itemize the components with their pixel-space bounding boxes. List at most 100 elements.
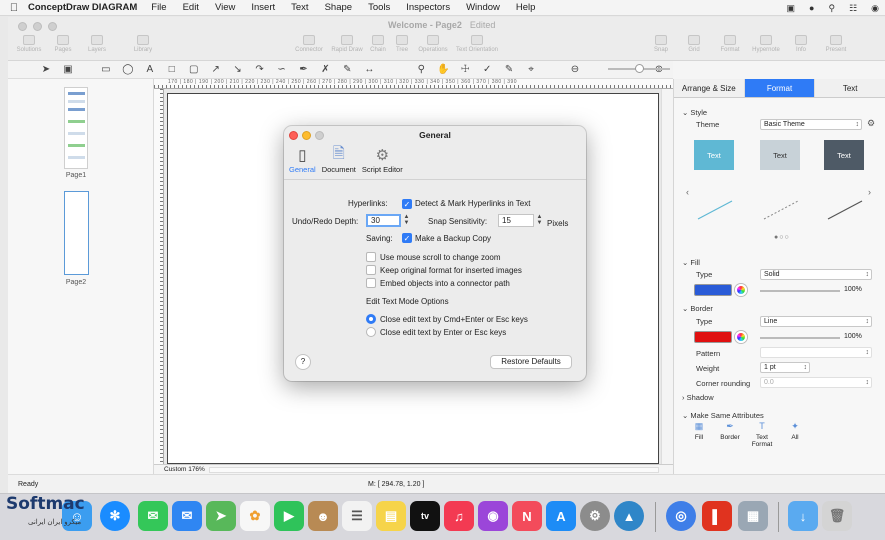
shadow-section-header[interactable]: › Shadow [682, 393, 714, 402]
menu-shape[interactable]: Shape [325, 2, 352, 13]
border-color-button[interactable] [694, 331, 732, 343]
connector-style-previews[interactable] [694, 197, 874, 223]
backup-copy-checkbox[interactable]: ✓ [402, 233, 412, 243]
conceptdraw-project-icon[interactable]: ◎ [666, 501, 696, 531]
music-icon[interactable]: ♫ [444, 501, 474, 531]
label-tool-icon[interactable]: □ [164, 63, 180, 77]
fill-opacity-slider[interactable] [760, 290, 840, 292]
style-swatch-1[interactable]: Text [694, 140, 734, 170]
bezier-tool-icon[interactable]: ✗ [317, 63, 333, 77]
wifi-icon[interactable]: ● [809, 3, 814, 13]
messages-icon[interactable]: ✉ [138, 501, 168, 531]
system-preferences-icon[interactable]: ⚙ [580, 501, 610, 531]
zoom-icon[interactable] [48, 22, 57, 31]
toolbar-solutions[interactable]: Solutions [12, 35, 46, 57]
horizontal-scrollbar[interactable] [209, 466, 659, 473]
tab-arrange-size[interactable]: Arrange & Size [674, 79, 745, 97]
page-thumbnail-2[interactable] [64, 191, 89, 275]
corner-rounding-field[interactable]: 0.0 [760, 377, 872, 388]
tab-general[interactable]: ▯ General [288, 145, 317, 174]
callout-tool-icon[interactable]: ▢ [186, 63, 202, 77]
toolbar-present[interactable]: Present [816, 35, 856, 57]
contacts-icon[interactable]: ☻ [308, 501, 338, 531]
search-icon[interactable]: ⚲ [828, 3, 835, 14]
oval-tool-icon[interactable]: ◯ [120, 63, 136, 77]
control-center-icon[interactable]: ☷ [849, 3, 857, 14]
page-thumbnail-1[interactable] [64, 87, 88, 169]
tab-format[interactable]: Format [744, 79, 816, 97]
toolbar-hypernote[interactable]: Hypernote [746, 35, 786, 57]
menu-help[interactable]: Help [516, 2, 536, 13]
stamp-tool-icon[interactable]: ☩ [457, 63, 473, 77]
toolbar-chain[interactable]: Chain [366, 35, 390, 57]
zoom-slider-knob[interactable] [635, 64, 644, 73]
facetime-icon[interactable]: ▶ [274, 501, 304, 531]
restore-defaults-button[interactable]: Restore Defaults [490, 355, 572, 369]
style-swatch-2[interactable]: Text [760, 140, 800, 170]
fill-color-button[interactable] [694, 284, 732, 296]
undo-depth-input[interactable]: 30 [366, 214, 401, 227]
weight-select[interactable]: 1 pt [760, 362, 810, 373]
toolbar-tree[interactable]: Tree [390, 35, 414, 57]
toolbar-layers[interactable]: Layers [80, 35, 114, 57]
menu-inspectors[interactable]: Inspectors [406, 2, 450, 13]
menu-file[interactable]: File [151, 2, 166, 13]
border-opacity-slider[interactable] [760, 337, 840, 339]
hand-tool-icon[interactable]: ✋ [435, 63, 451, 77]
close-cmd-enter-radio[interactable] [366, 314, 376, 324]
menu-view[interactable]: View [215, 2, 235, 13]
style-section-header[interactable]: ⌄ Style [682, 108, 707, 117]
eyedropper-tool-icon[interactable]: ✓ [479, 63, 495, 77]
rectangle-tool-icon[interactable]: ▭ [98, 63, 114, 77]
same-attributes-header[interactable]: ⌄ Make Same Attributes [682, 411, 764, 420]
hyperlinks-checkbox[interactable]: ✓ [402, 199, 412, 209]
toolbar-library[interactable]: Library [114, 35, 172, 57]
conceptdraw-office-icon[interactable]: ▌ [702, 501, 732, 531]
apple-icon[interactable]:  [0, 2, 28, 14]
downloads-folder-icon[interactable]: ↓ [788, 501, 818, 531]
pen-tool-icon[interactable]: ✒ [295, 63, 311, 77]
tab-text[interactable]: Text [815, 79, 885, 97]
prev-styles-icon[interactable]: ‹ [686, 187, 689, 197]
mouse-scroll-zoom-checkbox[interactable] [366, 252, 376, 262]
arrow-tool-icon[interactable]: ↗ [208, 63, 224, 77]
theme-settings-icon[interactable]: ⚙ [867, 118, 875, 129]
fill-color-wheel-icon[interactable] [735, 284, 747, 296]
menu-window[interactable]: Window [466, 2, 500, 13]
arc-tool-icon[interactable]: ↷ [252, 63, 268, 77]
menu-insert[interactable]: Insert [251, 2, 275, 13]
border-color-wheel-icon[interactable] [735, 331, 747, 343]
reminders-icon[interactable]: ☰ [342, 501, 372, 531]
border-opacity-value[interactable]: 100% [844, 333, 862, 340]
menu-edit[interactable]: Edit [183, 2, 199, 13]
curve-tool-icon[interactable]: ∽ [274, 63, 290, 77]
same-all-button[interactable]: ✦ All [780, 421, 810, 441]
toolbar-grid[interactable]: Grid [674, 35, 714, 57]
style-swatch-3[interactable]: Text [824, 140, 864, 170]
toolbar-snap[interactable]: Snap [648, 35, 674, 57]
vertical-scrollbar[interactable] [661, 89, 673, 464]
toolbar-info[interactable]: Info [786, 35, 816, 57]
snap-sensitivity-stepper[interactable]: ▲ ▼ [536, 214, 543, 227]
same-border-button[interactable]: ✒ Border [715, 421, 745, 441]
text-box-tool-icon[interactable]: ▣ [60, 63, 76, 77]
crop-tool-icon[interactable]: ⌖ [523, 63, 539, 77]
fill-type-select[interactable]: Solid [760, 269, 872, 280]
fill-section-header[interactable]: ⌄ Fill [682, 258, 700, 267]
same-fill-button[interactable]: ▦ Fill [684, 421, 714, 441]
trash-icon[interactable]: 🗑 [822, 501, 852, 531]
toolbar-text-orientation[interactable]: Text Orientation [452, 35, 502, 57]
news-icon[interactable]: N [512, 501, 542, 531]
zoom-tool-icon[interactable]: ⚲ [413, 63, 429, 77]
minimize-icon[interactable] [33, 22, 42, 31]
toolbar-pages[interactable]: Pages [46, 35, 80, 57]
mail-icon[interactable]: ✉ [172, 501, 202, 531]
toolbar-rapid-draw[interactable]: Rapid Draw [328, 35, 366, 57]
same-text-format-button[interactable]: T Text Format [747, 421, 777, 448]
border-section-header[interactable]: ⌄ Border [682, 304, 713, 313]
maps-icon[interactable]: ➤ [206, 501, 236, 531]
close-icon[interactable] [18, 22, 27, 31]
text-tool-icon[interactable]: A [142, 63, 158, 77]
siri-icon[interactable]: ◉ [871, 3, 879, 14]
snap-sensitivity-input[interactable]: 15 [498, 214, 534, 227]
